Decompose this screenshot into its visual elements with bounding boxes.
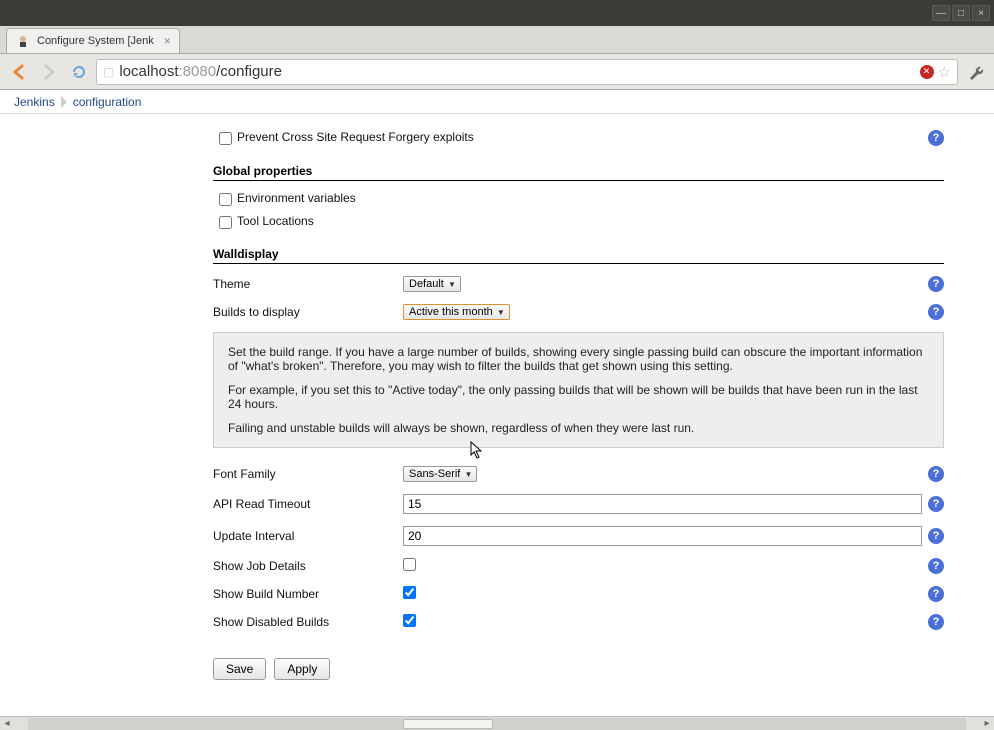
window-titlebar: — □ × (0, 0, 994, 26)
url-host: localhost (119, 63, 178, 80)
breadcrumb-configuration[interactable]: configuration (67, 95, 148, 109)
show-build-number-checkbox[interactable] (403, 586, 416, 599)
tool-locations-row: Tool Locations (213, 210, 944, 233)
apply-button[interactable]: Apply (274, 658, 330, 680)
help-icon[interactable]: ? (928, 466, 944, 482)
tab-close-icon[interactable]: × (164, 34, 171, 48)
theme-select-value: Default (409, 278, 444, 290)
scrollbar-track[interactable] (28, 718, 966, 730)
update-interval-input[interactable] (403, 526, 922, 546)
theme-select[interactable]: Default (403, 276, 461, 292)
tool-locations-checkbox[interactable] (219, 216, 232, 229)
api-read-timeout-input[interactable] (403, 494, 922, 514)
help-icon[interactable]: ? (928, 614, 944, 630)
update-interval-label: Update Interval (213, 529, 403, 543)
env-vars-checkbox[interactable] (219, 193, 232, 206)
url-bar[interactable]: ▢ localhost :8080 /configure ✕ ☆ (96, 59, 958, 85)
help-icon[interactable]: ? (928, 304, 944, 320)
font-family-value: Sans-Serif (409, 468, 460, 480)
page-scroll-area[interactable]: Prevent Cross Site Request Forgery explo… (0, 114, 994, 716)
nav-reload-button[interactable] (66, 59, 92, 85)
env-vars-label: Environment variables (237, 191, 944, 205)
csrf-checkbox[interactable] (219, 132, 232, 145)
show-job-details-checkbox[interactable] (403, 558, 416, 571)
scroll-left-arrow-icon[interactable]: ◂ (0, 718, 14, 729)
browser-tab-strip: Configure System [Jenk × (0, 26, 994, 54)
global-properties-header: Global properties (213, 164, 944, 181)
breadcrumb-jenkins[interactable]: Jenkins (8, 95, 61, 109)
font-family-select[interactable]: Sans-Serif (403, 466, 477, 482)
env-vars-row: Environment variables (213, 187, 944, 210)
save-button[interactable]: Save (213, 658, 266, 680)
nav-back-button[interactable] (6, 59, 32, 85)
help-icon[interactable]: ? (928, 528, 944, 544)
window-close-button[interactable]: × (972, 5, 990, 21)
nav-forward-button[interactable] (36, 59, 62, 85)
help-icon[interactable]: ? (928, 496, 944, 512)
help-icon[interactable]: ? (928, 130, 944, 146)
breadcrumb: Jenkins configuration (0, 90, 994, 114)
window-minimize-button[interactable]: — (932, 5, 950, 21)
scroll-right-arrow-icon[interactable]: ▸ (980, 718, 994, 729)
help-paragraph: Set the build range. If you have a large… (228, 345, 929, 373)
form-buttons: Save Apply (213, 658, 944, 680)
url-port: :8080 (179, 63, 217, 80)
show-disabled-builds-checkbox[interactable] (403, 614, 416, 627)
help-icon[interactable]: ? (928, 586, 944, 602)
window-maximize-button[interactable]: □ (952, 5, 970, 21)
builds-to-display-help: Set the build range. If you have a large… (213, 332, 944, 448)
help-paragraph: Failing and unstable builds will always … (228, 421, 929, 435)
horizontal-scrollbar[interactable]: ◂ ▸ (0, 716, 994, 730)
show-disabled-builds-label: Show Disabled Builds (213, 615, 403, 629)
csrf-row: Prevent Cross Site Request Forgery explo… (213, 126, 944, 150)
walldisplay-header: Walldisplay (213, 247, 944, 264)
scrollbar-thumb[interactable] (403, 719, 493, 729)
font-family-label: Font Family (213, 467, 403, 481)
help-icon[interactable]: ? (928, 276, 944, 292)
url-path: /configure (216, 63, 282, 80)
api-read-timeout-label: API Read Timeout (213, 497, 403, 511)
browser-menu-button[interactable] (962, 59, 988, 85)
show-build-number-label: Show Build Number (213, 587, 403, 601)
builds-to-display-select[interactable]: Active this month (403, 304, 510, 320)
show-job-details-label: Show Job Details (213, 559, 403, 573)
tab-title: Configure System [Jenk (37, 35, 154, 47)
page-icon: ▢ (103, 65, 114, 79)
security-status-icon[interactable]: ✕ (920, 65, 934, 79)
csrf-label: Prevent Cross Site Request Forgery explo… (237, 130, 922, 144)
tool-locations-label: Tool Locations (237, 214, 944, 228)
bookmark-star-icon[interactable]: ☆ (938, 63, 951, 81)
help-paragraph: For example, if you set this to "Active … (228, 383, 929, 411)
page-content: Jenkins configuration Prevent Cross Site… (0, 90, 994, 716)
jenkins-favicon (15, 33, 31, 49)
theme-label: Theme (213, 277, 403, 291)
browser-tab[interactable]: Configure System [Jenk × (6, 28, 180, 53)
help-icon[interactable]: ? (928, 558, 944, 574)
builds-to-display-value: Active this month (409, 306, 493, 318)
browser-toolbar: ▢ localhost :8080 /configure ✕ ☆ (0, 54, 994, 90)
builds-to-display-label: Builds to display (213, 305, 403, 319)
